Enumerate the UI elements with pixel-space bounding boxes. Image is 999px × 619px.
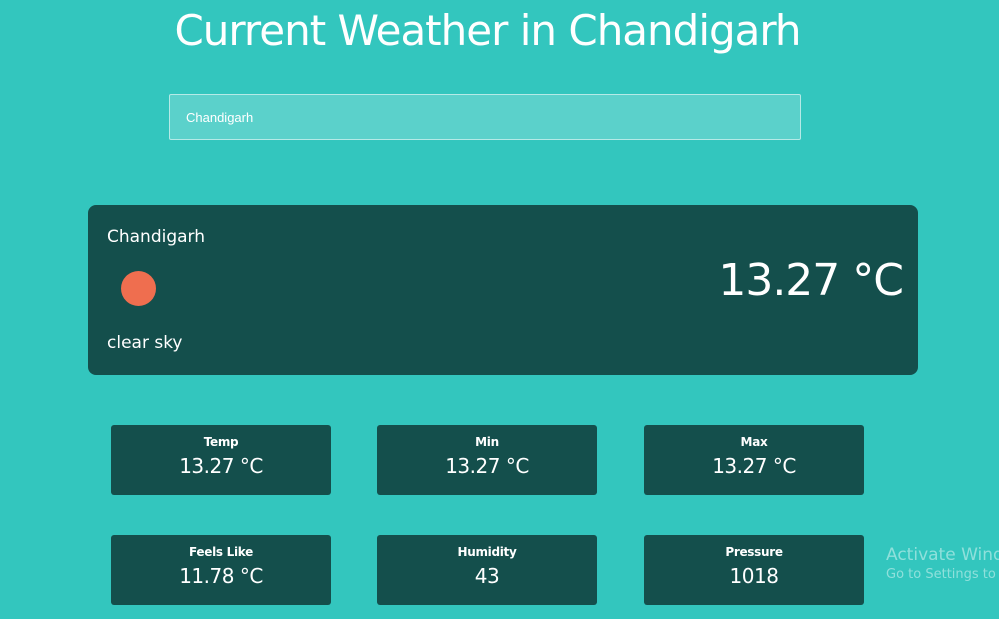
current-weather-card: Chandigarh clear sky 13.27 °C [88, 205, 918, 375]
stat-label: Min [475, 435, 499, 449]
stat-value: 11.78 °C [179, 564, 263, 588]
stat-card-humidity: Humidity 43 [377, 535, 597, 605]
stat-value: 13.27 °C [179, 454, 263, 478]
stat-label: Temp [203, 435, 239, 449]
watermark-subtitle: Go to Settings to activate Windows. [886, 567, 999, 582]
stat-card-min: Min 13.27 °C [377, 425, 597, 495]
watermark-title: Activate Windows [886, 545, 999, 565]
page-title: Current Weather in Chandigarh [174, 6, 801, 55]
sun-icon [121, 271, 156, 306]
stat-card-temp: Temp 13.27 °C [111, 425, 331, 495]
weather-description: clear sky [107, 333, 183, 353]
stat-value: 43 [474, 564, 500, 588]
stat-card-pressure: Pressure 1018 [644, 535, 864, 605]
current-temperature: 13.27 °C [718, 255, 904, 306]
city-name: Chandigarh [107, 227, 206, 247]
stat-label: Feels Like [189, 545, 253, 559]
stat-value: 13.27 °C [712, 454, 796, 478]
stat-label: Humidity [457, 545, 517, 559]
activate-windows-watermark: Activate Windows Go to Settings to activ… [886, 545, 999, 582]
stat-value: 13.27 °C [445, 454, 529, 478]
stat-card-max: Max 13.27 °C [644, 425, 864, 495]
stat-label: Max [740, 435, 768, 449]
stat-card-feels-like: Feels Like 11.78 °C [111, 535, 331, 605]
city-search-input[interactable] [169, 94, 801, 140]
stat-label: Pressure [725, 545, 783, 559]
stat-value: 1018 [729, 564, 779, 588]
